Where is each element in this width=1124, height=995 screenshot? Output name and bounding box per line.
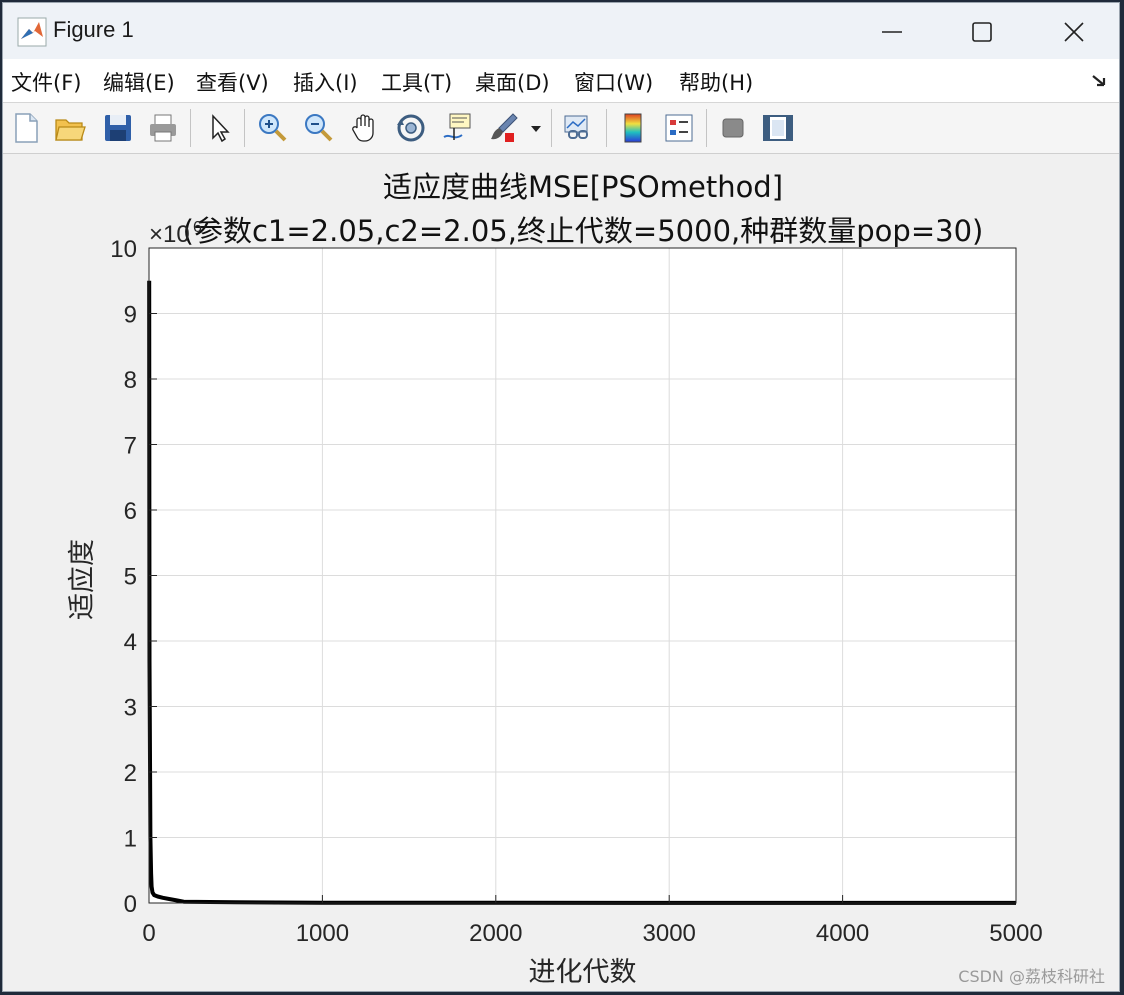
close-button[interactable] — [1029, 3, 1119, 59]
x-tick-label: 5000 — [989, 920, 1042, 947]
menu-bar: 文件(F) 编辑(E) 查看(V) 插入(I) 工具(T) 桌面(D) 窗口(W… — [3, 59, 1119, 103]
toolbar-separator — [606, 109, 607, 147]
legend-icon — [665, 114, 693, 142]
colorbar-icon — [624, 113, 642, 143]
minimize-icon — [882, 31, 902, 33]
toolbar-separator — [706, 109, 707, 147]
maximize-button[interactable] — [937, 3, 1029, 59]
link-plot-icon — [564, 115, 588, 139]
y-tick-label: 7 — [124, 433, 137, 460]
menu-view[interactable]: 查看(V) — [196, 67, 269, 97]
x-tick-label: 3000 — [643, 920, 696, 947]
data-cursor-button[interactable] — [440, 111, 474, 145]
maximize-icon — [972, 22, 992, 42]
new-figure-icon — [15, 113, 38, 143]
y-tick-label: 10 — [110, 236, 137, 263]
zoom-out-button[interactable] — [301, 111, 335, 145]
figure-canvas: 适应度曲线MSE[PSOmethod] (参数c1=2.05,c2=2.05,终… — [3, 154, 1120, 992]
y-tick-label: 1 — [124, 826, 137, 853]
chart-axes[interactable]: 0 1000 2000 3000 4000 5000012345678910 ×10 6 … — [3, 154, 1120, 992]
toolbar-separator — [190, 109, 191, 147]
hide-plot-tools-icon — [722, 118, 744, 138]
y-tick-label: 2 — [124, 760, 137, 787]
rotate-3d-button[interactable] — [394, 111, 428, 145]
dock-arrow-icon[interactable] — [1091, 73, 1109, 89]
select-arrow-icon — [212, 114, 230, 143]
matlab-logo-icon — [17, 17, 47, 47]
title-bar: Figure 1 — [3, 3, 1119, 59]
brush-dropdown-button[interactable] — [529, 111, 543, 145]
zoom-in-icon — [259, 114, 287, 142]
y-tick-label: 9 — [124, 302, 137, 329]
link-plot-button[interactable] — [561, 111, 595, 145]
toolbar-separator — [244, 109, 245, 147]
x-tick-label: 4000 — [816, 920, 869, 947]
y-tick-label: 4 — [124, 629, 137, 656]
menu-window[interactable]: 窗口(W) — [574, 67, 653, 97]
hide-plot-tools-button[interactable] — [716, 111, 750, 145]
close-icon — [1064, 22, 1084, 42]
menu-tools[interactable]: 工具(T) — [381, 67, 452, 97]
data-cursor-icon — [443, 113, 471, 140]
rotate-3d-icon — [397, 114, 425, 142]
y-tick-label: 8 — [124, 367, 137, 394]
open-file-button[interactable] — [53, 111, 87, 145]
figure-toolbar — [3, 103, 1119, 154]
y-tick-label: 3 — [124, 695, 137, 722]
pan-hand-icon — [352, 114, 374, 142]
y-exponent-label: ×10 — [149, 221, 190, 248]
print-button[interactable] — [146, 111, 180, 145]
save-button[interactable] — [101, 111, 135, 145]
pan-button[interactable] — [348, 111, 382, 145]
x-tick-label: 2000 — [469, 920, 522, 947]
menu-desktop[interactable]: 桌面(D) — [475, 67, 550, 97]
y-axis-label: 适应度 — [67, 539, 98, 620]
zoom-out-icon — [305, 114, 333, 142]
y-exponent-value: 6 — [193, 219, 202, 236]
window-title: Figure 1 — [53, 17, 134, 42]
menu-help[interactable]: 帮助(H) — [679, 67, 753, 97]
print-icon — [150, 114, 176, 142]
menu-file[interactable]: 文件(F) — [11, 67, 81, 97]
open-file-icon — [55, 119, 86, 141]
y-tick-label: 6 — [124, 498, 137, 525]
x-tick-label: 1000 — [296, 920, 349, 947]
zoom-in-button[interactable] — [255, 111, 289, 145]
figure-window: Figure 1 文件(F) 编辑(E) 查看(V) 插入(I) 工具(T) 桌… — [2, 2, 1120, 992]
legend-button[interactable] — [662, 111, 696, 145]
show-plot-tools-button[interactable] — [761, 111, 795, 145]
minimize-button[interactable] — [847, 3, 939, 59]
y-tick-label: 0 — [124, 891, 137, 918]
select-button[interactable] — [203, 111, 237, 145]
brush-button[interactable] — [487, 111, 521, 145]
menu-edit[interactable]: 编辑(E) — [103, 67, 175, 97]
show-plot-tools-icon — [763, 115, 793, 141]
menu-insert[interactable]: 插入(I) — [293, 67, 358, 97]
y-tick-label: 5 — [124, 564, 137, 591]
x-axis-label: 进化代数 — [529, 957, 637, 988]
brush-icon — [491, 113, 518, 142]
brush-dropdown-icon — [531, 126, 541, 132]
save-icon — [105, 115, 131, 141]
watermark: CSDN @荔枝科研社 — [958, 967, 1105, 986]
x-tick-label: 0 — [142, 920, 155, 947]
toolbar-separator — [551, 109, 552, 147]
colorbar-button[interactable] — [616, 111, 650, 145]
new-figure-button[interactable] — [9, 111, 43, 145]
